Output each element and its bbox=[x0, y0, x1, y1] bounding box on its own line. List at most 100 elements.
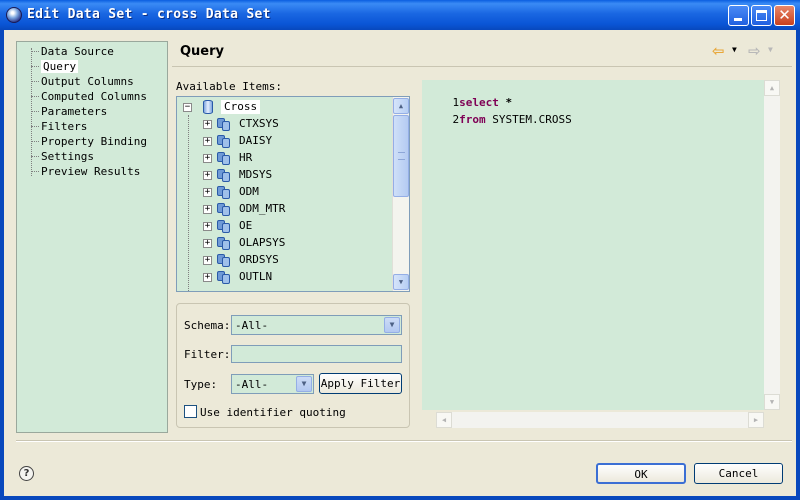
tree-node-label[interactable]: HR bbox=[239, 151, 252, 165]
nav-item-label: Data Source bbox=[41, 45, 114, 58]
title-bar: Edit Data Set - cross Data Set ✕ bbox=[0, 0, 800, 30]
nav-item-preview-results[interactable]: Preview Results bbox=[17, 164, 167, 179]
tree-node-schema[interactable]: + MDSYS bbox=[203, 167, 393, 184]
scroll-left-button[interactable]: ◀ bbox=[436, 412, 452, 428]
identifier-quoting-checkbox[interactable] bbox=[184, 405, 197, 418]
tree-node-schema[interactable]: + DAISY bbox=[203, 133, 393, 150]
tree-node-label[interactable]: OLAPSYS bbox=[239, 236, 285, 250]
code-line: 2from SYSTEM.CROSS bbox=[426, 100, 572, 139]
maximize-button[interactable] bbox=[751, 5, 772, 26]
close-button[interactable]: ✕ bbox=[774, 5, 795, 26]
type-select[interactable]: -All- ▼ bbox=[231, 374, 314, 394]
scroll-right-button[interactable]: ▶ bbox=[748, 412, 764, 428]
scroll-down-button[interactable]: ▼ bbox=[764, 394, 780, 410]
identifier-quoting-label[interactable]: Use identifier quoting bbox=[200, 406, 346, 419]
header-separator bbox=[172, 66, 792, 67]
schema-icon bbox=[217, 237, 231, 250]
expand-icon[interactable]: + bbox=[203, 239, 212, 248]
chevron-down-icon[interactable]: ▼ bbox=[296, 376, 312, 392]
app-icon bbox=[6, 7, 22, 23]
tree-node-schema[interactable]: + OLAPSYS bbox=[203, 235, 393, 252]
sql-text: SYSTEM.CROSS bbox=[485, 113, 572, 126]
nav-item-label: Preview Results bbox=[41, 165, 141, 178]
apply-filter-button[interactable]: Apply Filter bbox=[319, 373, 402, 394]
back-dropdown-icon[interactable]: ▼ bbox=[732, 45, 737, 54]
cancel-button[interactable]: Cancel bbox=[694, 463, 783, 484]
expand-icon[interactable]: + bbox=[203, 188, 212, 197]
back-arrow-icon[interactable]: ⇦ bbox=[712, 42, 725, 60]
filter-input[interactable] bbox=[231, 345, 402, 363]
tree-node-label[interactable]: OUTLN bbox=[239, 270, 272, 284]
nav-item-label: Settings bbox=[41, 150, 94, 163]
schema-select-value: -All- bbox=[235, 319, 269, 332]
expand-icon[interactable]: + bbox=[203, 256, 212, 265]
chevron-down-icon[interactable]: ▼ bbox=[384, 317, 400, 333]
tree-node-label[interactable]: CTXSYS bbox=[239, 117, 279, 131]
tree-node-schema[interactable]: + ODM bbox=[203, 184, 393, 201]
scroll-down-button[interactable]: ▼ bbox=[393, 274, 409, 290]
grip-icon bbox=[398, 152, 405, 160]
schema-icon bbox=[217, 203, 231, 216]
schema-icon bbox=[217, 118, 231, 131]
nav-item-filters[interactable]: Filters bbox=[17, 119, 167, 134]
tree-node-schema[interactable]: + OE bbox=[203, 218, 393, 235]
window-frame-right bbox=[796, 30, 800, 500]
nav-item-settings[interactable]: Settings bbox=[17, 149, 167, 164]
tree-node-label[interactable]: OE bbox=[239, 219, 252, 233]
schema-label: Schema: bbox=[184, 319, 231, 332]
tree-node-schema[interactable]: + ODM_MTR bbox=[203, 201, 393, 218]
tree-guide-line bbox=[188, 115, 189, 291]
expand-icon[interactable]: + bbox=[203, 120, 212, 129]
expand-icon[interactable]: + bbox=[203, 205, 212, 214]
schema-select[interactable]: -All- ▼ bbox=[231, 315, 402, 335]
collapse-icon[interactable]: − bbox=[183, 103, 192, 112]
close-icon: ✕ bbox=[778, 6, 791, 24]
expand-icon[interactable]: + bbox=[203, 171, 212, 180]
minimize-button[interactable] bbox=[728, 5, 749, 26]
expand-icon[interactable]: + bbox=[203, 154, 212, 163]
nav-item-parameters[interactable]: Parameters bbox=[17, 104, 167, 119]
expand-icon[interactable]: + bbox=[203, 222, 212, 231]
filter-panel: Schema: -All- ▼ Filter: Type: -All- ▼ Ap… bbox=[176, 303, 410, 428]
maximize-icon bbox=[756, 10, 767, 21]
nav-item-data-source[interactable]: Data Source bbox=[17, 44, 167, 59]
nav-item-output-columns[interactable]: Output Columns bbox=[17, 74, 167, 89]
help-icon[interactable]: ? bbox=[19, 466, 34, 481]
minimize-icon bbox=[734, 18, 742, 21]
schema-icon bbox=[217, 271, 231, 284]
type-label: Type: bbox=[184, 378, 218, 391]
tree-node-schema[interactable]: + HR bbox=[203, 150, 393, 167]
nav-item-label: Filters bbox=[41, 120, 88, 133]
tree-node-label[interactable]: ODM_MTR bbox=[239, 202, 285, 216]
scroll-thumb[interactable] bbox=[393, 115, 409, 197]
nav-item-query[interactable]: Query bbox=[17, 59, 167, 74]
tree-scrollbar[interactable]: ▲ ▼ bbox=[392, 97, 409, 291]
window-title: Edit Data Set - cross Data Set bbox=[27, 7, 271, 22]
tree-root-label[interactable]: Cross bbox=[221, 100, 261, 114]
editor-horizontal-scrollbar[interactable]: ◀ ▶ bbox=[436, 412, 764, 428]
ok-button[interactable]: OK bbox=[596, 463, 686, 484]
tree-node-label[interactable]: DAISY bbox=[239, 134, 272, 148]
tree-node-label[interactable]: ORDSYS bbox=[239, 253, 279, 267]
query-text-editor[interactable]: 1select * 2from SYSTEM.CROSS bbox=[422, 80, 780, 410]
expand-icon[interactable]: + bbox=[203, 273, 212, 282]
scroll-up-button[interactable]: ▲ bbox=[393, 98, 409, 114]
nav-item-computed-columns[interactable]: Computed Columns bbox=[17, 89, 167, 104]
nav-item-property-binding[interactable]: Property Binding bbox=[17, 134, 167, 149]
available-items-tree[interactable]: − Cross + CTXSYS + DAISY + HR + MDSYS + … bbox=[176, 96, 410, 292]
tree-node-label[interactable]: MDSYS bbox=[239, 168, 272, 182]
tree-node-schema[interactable]: + CTXSYS bbox=[203, 116, 393, 133]
tree-node-schema[interactable]: + ORDSYS bbox=[203, 252, 393, 269]
tree-node-schema[interactable]: + OUTLN bbox=[203, 269, 393, 286]
schema-icon bbox=[217, 220, 231, 233]
schema-icon bbox=[217, 186, 231, 199]
filter-label: Filter: bbox=[184, 348, 231, 361]
tree-node-label[interactable]: ODM bbox=[239, 185, 259, 199]
window-frame-left bbox=[0, 30, 4, 500]
available-items-label: Available Items: bbox=[176, 80, 282, 93]
schema-icon bbox=[217, 135, 231, 148]
scroll-up-button[interactable]: ▲ bbox=[764, 80, 780, 96]
expand-icon[interactable]: + bbox=[203, 137, 212, 146]
editor-vertical-scrollbar[interactable]: ▲ ▼ bbox=[764, 80, 780, 410]
footer-separator bbox=[16, 440, 792, 442]
